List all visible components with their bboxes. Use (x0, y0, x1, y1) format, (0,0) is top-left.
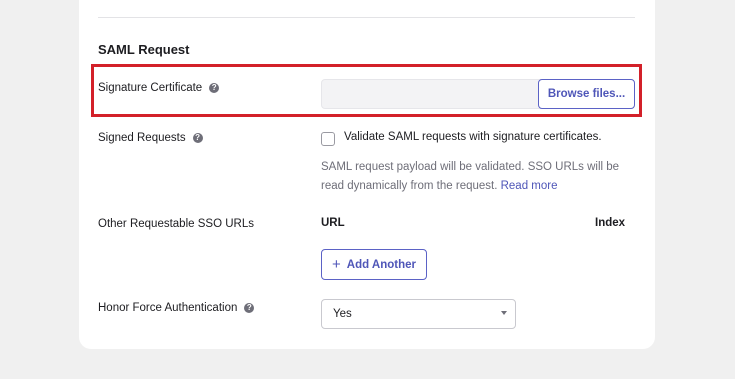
honor-force-auth-label-row: Honor Force Authentication ? (98, 302, 255, 314)
signed-requests-label: Signed Requests (98, 132, 186, 144)
section-title: SAML Request (98, 42, 190, 57)
highlight-box (91, 64, 642, 117)
honor-force-auth-select[interactable]: Yes (321, 299, 516, 329)
help-circle-icon[interactable]: ? (192, 133, 203, 143)
honor-force-auth-selected: Yes (333, 308, 352, 320)
section-divider (98, 17, 635, 18)
validate-saml-checkbox-label[interactable]: Validate SAML requests with signature ce… (344, 131, 602, 143)
read-more-link[interactable]: Read more (501, 180, 558, 192)
other-sso-urls-label: Other Requestable SSO URLs (98, 218, 254, 230)
other-sso-urls-label-row: Other Requestable SSO URLs (98, 218, 254, 230)
honor-force-auth-label: Honor Force Authentication (98, 302, 238, 314)
signed-requests-helper-text: SAML request payload will be validated. … (321, 158, 641, 196)
validate-saml-checkbox[interactable] (321, 132, 335, 146)
helper-text-body: SAML request payload will be validated. … (321, 161, 620, 192)
chevron-down-icon (501, 311, 507, 315)
add-another-label: Add Another (346, 258, 416, 271)
signed-requests-label-row: Signed Requests ? (98, 132, 203, 144)
url-column-header: URL (321, 217, 345, 229)
plus-icon: + (332, 256, 341, 273)
help-circle-icon[interactable]: ? (244, 303, 255, 313)
index-column-header: Index (595, 217, 626, 229)
add-another-button[interactable]: + Add Another (321, 249, 427, 280)
